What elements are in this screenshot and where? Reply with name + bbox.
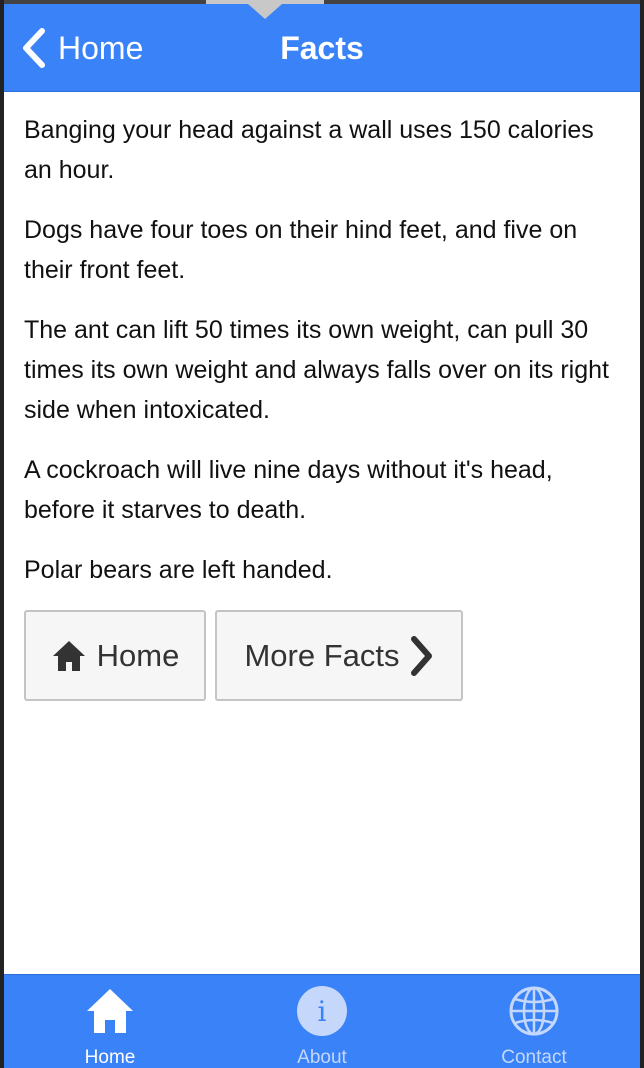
tab-home-label: Home <box>84 1047 136 1068</box>
more-facts-button-label: More Facts <box>244 637 400 673</box>
more-facts-button[interactable]: More Facts <box>215 610 463 701</box>
header-bar: Home Facts <box>4 4 640 92</box>
svg-text:i: i <box>318 995 327 1028</box>
popover-pointer-arrow <box>248 4 282 19</box>
home-button-label: Home <box>96 637 180 673</box>
home-button[interactable]: Home <box>24 610 206 701</box>
tab-home[interactable]: Home <box>10 975 210 1068</box>
house-icon <box>52 640 85 671</box>
house-icon <box>87 989 133 1033</box>
tab-contact[interactable]: Contact <box>434 975 634 1068</box>
fact-item: The ant can lift 50 times its own weight… <box>24 316 609 424</box>
app-frame: Home Facts Banging your head against a w… <box>0 0 644 1068</box>
facts-list: Banging your head against a wall uses 15… <box>24 96 620 610</box>
page-title: Facts <box>280 30 364 66</box>
info-icon: i <box>297 986 347 1036</box>
fact-item: Banging your head against a wall uses 15… <box>24 116 594 184</box>
tab-about[interactable]: i About <box>222 975 422 1068</box>
globe-icon <box>509 986 559 1036</box>
tab-bar: Home i About Contact <box>4 974 640 1068</box>
tab-contact-label: Contact <box>501 1047 567 1068</box>
fact-item: Polar bears are left handed. <box>24 556 333 584</box>
fact-item: A cockroach will live nine days without … <box>24 456 553 524</box>
action-buttons: Home More Facts <box>24 610 463 701</box>
tab-about-label: About <box>297 1047 347 1068</box>
fact-item: Dogs have four toes on their hind feet, … <box>24 216 578 284</box>
chevron-right-icon <box>410 635 432 676</box>
